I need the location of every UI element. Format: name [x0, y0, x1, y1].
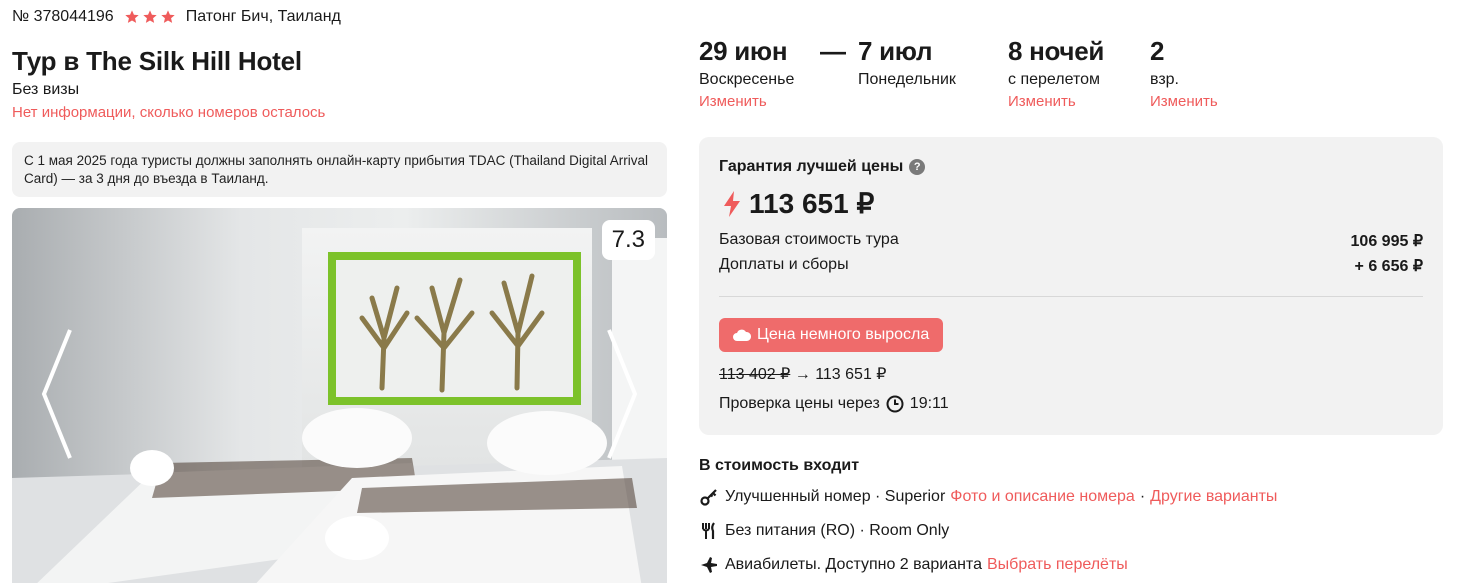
included-title: В стоимость входит: [699, 457, 860, 474]
guests: 2 взр. Изменить: [1150, 36, 1218, 110]
cloud-icon: [733, 329, 751, 341]
room-photos-link[interactable]: Фото и описание номера: [950, 488, 1135, 506]
guests-sub: взр.: [1150, 71, 1179, 88]
nights-sub: с перелетом: [1008, 71, 1101, 88]
start-date-value: 29 июн: [699, 36, 788, 66]
price-check-timer: Проверка цены через 19:11: [719, 395, 949, 413]
tour-number: № 378044196: [12, 8, 114, 25]
guests-value: 2: [1150, 36, 1165, 66]
date-range-dash: —: [820, 36, 846, 66]
best-price-label: Гарантия лучшей цены: [719, 158, 904, 175]
end-date: 7 июл Понедельник: [858, 36, 956, 89]
included-meal: Без питания (RO) · Room Only: [699, 521, 949, 541]
end-date-value: 7 июл: [858, 36, 933, 66]
lightning-icon: [724, 190, 740, 217]
hotel-rating-badge: 7.3: [601, 220, 655, 260]
price-check-label: Проверка цены через: [719, 395, 880, 412]
change-guests-link[interactable]: Изменить: [1150, 93, 1218, 110]
star-icon: [125, 10, 139, 23]
room-type: Улучшенный номер · Superior: [725, 488, 946, 505]
separator-dot: ·: [1139, 488, 1146, 505]
old-price: 113 402 ₽: [719, 366, 791, 383]
price-check-time: 19:11: [909, 395, 949, 412]
end-weekday: Понедельник: [858, 71, 956, 88]
arrow-right-icon: →: [794, 366, 811, 383]
base-price-value: 106 995 ₽: [1350, 233, 1423, 250]
fork-knife-icon: [702, 522, 715, 539]
other-rooms-link[interactable]: Другие варианты: [1150, 488, 1277, 506]
start-weekday: Воскресенье: [699, 71, 795, 88]
hotel-room-photo: [12, 208, 667, 583]
divider: [719, 296, 1423, 297]
base-price-label: Базовая стоимость тура: [719, 231, 899, 248]
change-nights-link[interactable]: Изменить: [1008, 93, 1104, 110]
chevron-left-icon[interactable]: [40, 328, 74, 460]
key-icon: [700, 489, 717, 506]
included-flight: Авиабилеты. Доступно 2 варианта Выбрать …: [699, 555, 1128, 575]
page-title: Тур в The Silk Hill Hotel: [12, 46, 302, 76]
info-icon[interactable]: ?: [909, 159, 926, 175]
chevron-right-icon[interactable]: [605, 328, 639, 460]
meal-plan: Без питания (RO) · Room Only: [725, 522, 950, 539]
base-price-row: Базовая стоимость тура 106 995 ₽: [719, 231, 1423, 251]
included-room: Улучшенный номер · Superior Фото и описа…: [699, 487, 1277, 507]
price-increase-badge: Цена немного выросла: [719, 318, 944, 352]
clock-icon: [886, 395, 904, 413]
fees-row: Доплаты и сборы + 6 656 ₽: [719, 256, 1423, 276]
start-date: 29 июн Воскресенье Изменить: [699, 36, 794, 110]
price-history: 113 402 ₽ → 113 651 ₽: [719, 364, 886, 384]
best-price-guarantee: Гарантия лучшей цены ?: [719, 158, 926, 176]
fees-value: + 6 656 ₽: [1354, 258, 1423, 275]
hotel-photo-gallery[interactable]: 7.3: [12, 208, 667, 583]
rooms-availability-note: Нет информации, сколько номеров осталось: [12, 104, 326, 121]
fees-label: Доплаты и сборы: [719, 256, 849, 273]
flight-info: Авиабилеты. Доступно 2 варианта: [725, 556, 982, 573]
choose-flights-link[interactable]: Выбрать перелёты: [987, 556, 1128, 574]
nights: 8 ночей с перелетом Изменить: [1008, 36, 1104, 110]
star-icon: [161, 10, 175, 23]
hotel-stars: [124, 9, 176, 25]
nights-value: 8 ночей: [1008, 36, 1105, 66]
hotel-location[interactable]: Патонг Бич, Таиланд: [186, 8, 341, 26]
total-price-value: 113 651 ₽: [749, 188, 875, 219]
tour-meta: № 378044196 Патонг Бич, Таиланд: [12, 8, 341, 26]
total-price: 113 651 ₽: [723, 187, 874, 220]
new-price: 113 651 ₽: [815, 366, 887, 383]
visa-status: Без визы: [12, 81, 80, 98]
star-icon: [143, 10, 157, 23]
plane-icon: [701, 557, 717, 573]
change-dates-link[interactable]: Изменить: [699, 93, 794, 110]
price-increase-label: Цена немного выросла: [757, 326, 930, 343]
price-card: Гарантия лучшей цены ? 113 651 ₽ Базовая…: [699, 137, 1443, 435]
tdac-notice: С 1 мая 2025 года туристы должны заполня…: [12, 142, 667, 197]
